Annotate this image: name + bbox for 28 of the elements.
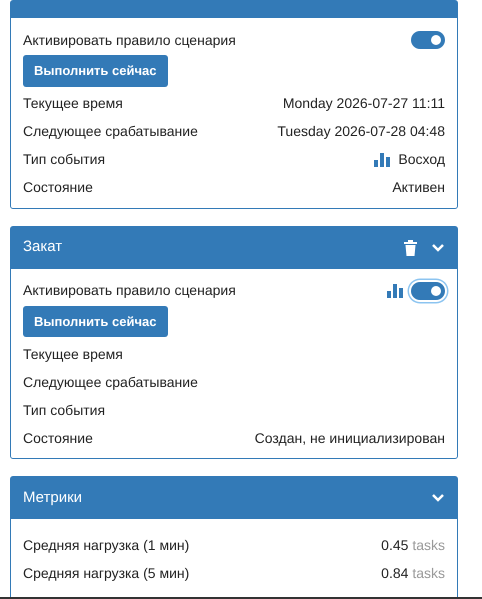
metric-value: 0.45 tasks [381, 536, 445, 554]
metric-label: Средняя нагрузка (1 мин) [23, 536, 190, 555]
field-value: Восход [398, 150, 445, 169]
field-label: Состояние [23, 178, 93, 197]
field-label: Следующее срабатывание [23, 372, 198, 392]
toggle-switch[interactable] [411, 282, 445, 300]
field-value: Tuesday 2026-07-28 04:48 [277, 122, 445, 141]
field-label: Тип события [23, 400, 106, 420]
toggle-label: Активировать правило сценария [23, 30, 236, 50]
metric-value: 0.84 tasks [381, 564, 445, 582]
field-label: Тип события [23, 150, 106, 169]
field-label: Состояние [23, 428, 93, 448]
field-label: Текущее время [23, 344, 123, 364]
toggle-switch[interactable] [411, 31, 445, 49]
field-value: Создан, не инициализирован [254, 428, 445, 448]
card-title: Метрики [23, 488, 82, 508]
collapse-button[interactable] [431, 493, 445, 503]
run-now-button[interactable]: Выполнить сейчас [23, 306, 168, 337]
delete-button[interactable] [404, 240, 417, 256]
collapse-button[interactable] [431, 242, 445, 252]
run-now-button[interactable]: Выполнить сейчас [23, 55, 168, 86]
field-value: Monday 2026-07-27 11:11 [282, 94, 445, 113]
field-label: Следующее срабатывание [23, 122, 198, 141]
toggle-label: Активировать правило сценария [23, 281, 236, 300]
field-value: Активен [392, 178, 445, 197]
card-title: Закат [23, 237, 62, 258]
metric-label: Средняя нагрузка (5 мин) [23, 564, 190, 583]
field-label: Текущее время [23, 94, 123, 113]
